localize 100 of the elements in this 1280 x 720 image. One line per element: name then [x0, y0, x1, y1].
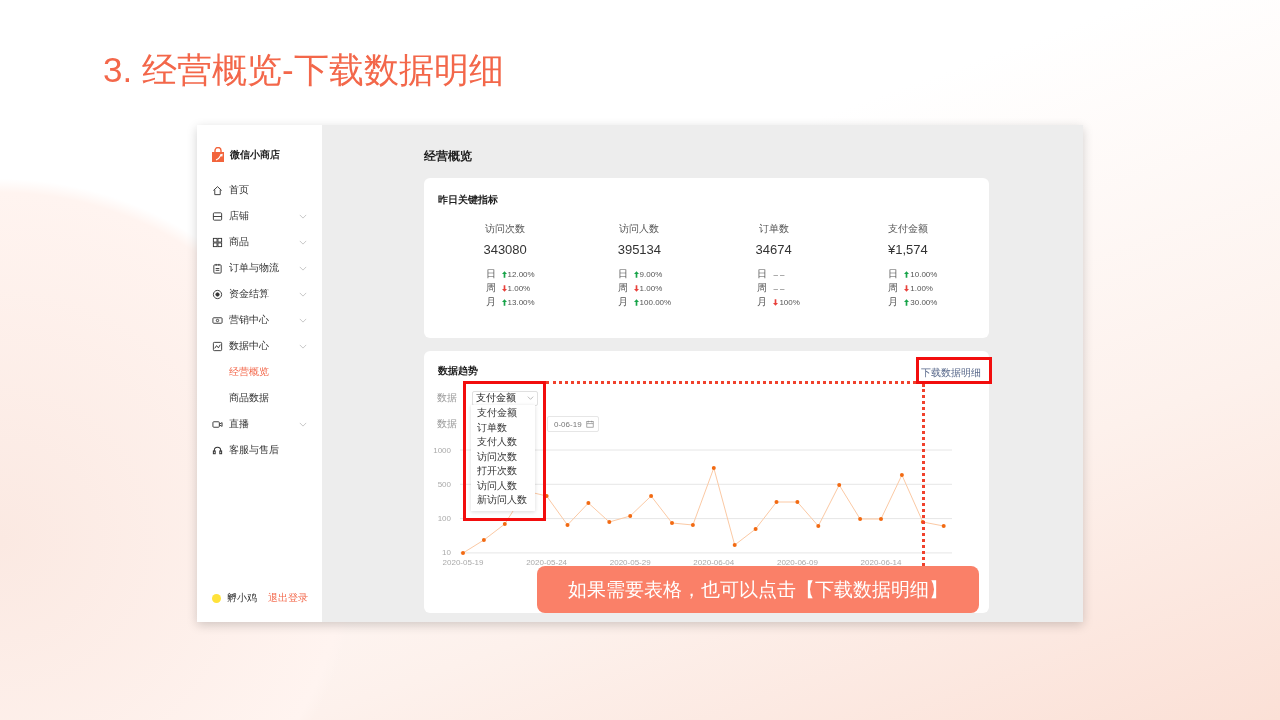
nav-item[interactable]: 首页: [197, 177, 322, 203]
data-point: [816, 524, 821, 528]
nav-item[interactable]: 店铺: [197, 203, 322, 229]
period-label: 周: [617, 281, 629, 295]
data-point: [690, 523, 695, 527]
dropdown-option[interactable]: 订单数: [471, 420, 535, 435]
change-value: – –: [773, 283, 785, 293]
data-point: [481, 538, 486, 542]
store-icon: [212, 210, 223, 222]
period-label: 日: [617, 267, 629, 281]
change-value: 10.00%: [910, 269, 938, 279]
nav-item[interactable]: 订单与物流: [197, 255, 322, 281]
change-value: – –: [773, 269, 785, 279]
change-value: 1.00%: [639, 283, 663, 293]
data-point: [565, 523, 570, 527]
field-label: 数据: [437, 417, 458, 431]
dropdown-option[interactable]: 支付金额: [471, 406, 535, 421]
change-value: 1.00%: [507, 283, 531, 293]
data-point: [941, 524, 946, 528]
data-point: [502, 522, 507, 526]
video-camera-icon: [212, 418, 223, 430]
arrow-down-icon: [501, 284, 507, 292]
data-point: [837, 483, 842, 487]
data-point: [607, 520, 612, 524]
data-point: [670, 521, 674, 525]
x-axis-label: 2020-05-29: [609, 558, 651, 567]
period-label: 月: [485, 295, 497, 309]
data-point: [628, 514, 633, 518]
data-point: [774, 500, 779, 504]
arrow-up-icon: [904, 298, 910, 306]
card-title: 数据趋势: [438, 364, 478, 378]
change-value: 30.00%: [910, 297, 938, 307]
data-point: [879, 517, 883, 521]
nav-subitem[interactable]: 商品数据: [197, 385, 322, 411]
data-point: [795, 500, 800, 504]
clipboard-icon: [212, 262, 223, 274]
nav-item[interactable]: 数据中心: [197, 333, 322, 359]
nav-item[interactable]: 直播: [197, 411, 322, 437]
y-axis-label: 10: [442, 548, 451, 558]
x-axis-label: 2020-06-04: [693, 558, 735, 567]
metric-label: 订单数: [758, 223, 789, 235]
dropdown-option[interactable]: 新访问人数: [471, 493, 535, 508]
dropdown-option[interactable]: 访问次数: [471, 449, 535, 464]
nav-item[interactable]: 资金结算: [197, 281, 322, 307]
change-value: 12.00%: [507, 269, 535, 279]
period-label: 日: [485, 267, 497, 281]
x-axis-label: 2020-05-24: [526, 558, 568, 567]
data-point: [732, 543, 737, 547]
dropdown-option[interactable]: 打开次数: [471, 464, 535, 479]
grid-icon: [212, 236, 223, 248]
change-value: 1.00%: [910, 283, 933, 293]
data-point: [586, 501, 591, 505]
page-title: 经营概览: [424, 148, 473, 163]
data-point: [649, 494, 654, 498]
change-value: 9.00%: [639, 269, 663, 279]
arrow-down-icon: [633, 284, 639, 292]
app-name: 微信小商店: [230, 148, 280, 162]
metric-value: 343080: [483, 242, 527, 258]
field-label: 数据: [437, 391, 458, 405]
x-axis-label: 2020-05-19: [442, 558, 484, 567]
chevron-down-icon: [527, 396, 534, 400]
period-label: 月: [757, 295, 769, 309]
arrow-up-icon: [501, 270, 507, 278]
change-value: 100.00%: [639, 297, 672, 307]
arrow-up-icon: [501, 298, 507, 306]
arrow-down-icon: [773, 298, 779, 306]
change-value: 13.00%: [507, 297, 535, 307]
coin-icon: [212, 288, 223, 300]
chart-icon: [212, 340, 223, 352]
dropdown-option[interactable]: 访问人数: [471, 478, 535, 493]
headset-icon: [212, 444, 223, 456]
nav-item[interactable]: 商品: [197, 229, 322, 255]
callout-banner: 如果需要表格，也可以点击【下载数据明细】: [537, 566, 979, 613]
period-label: 月: [888, 295, 900, 309]
download-link[interactable]: 下载数据明细: [921, 366, 981, 380]
metric-value: 34674: [755, 242, 792, 258]
home-icon: [212, 184, 223, 196]
slide-title: 3. 经营概览-下载数据明细: [103, 50, 504, 90]
shopping-bag-logo-icon: [210, 147, 226, 163]
period-label: 周: [757, 281, 769, 295]
x-axis-label: 2020-06-14: [860, 558, 902, 567]
data-point: [711, 466, 716, 470]
date-range-field[interactable]: 0-06-19: [547, 416, 599, 432]
arrow-up-icon: [904, 270, 910, 278]
nav-item[interactable]: 客服与售后: [197, 437, 322, 463]
data-point: [753, 527, 758, 531]
arrow-up-icon: [633, 298, 639, 306]
arrow-down-icon: [904, 284, 910, 292]
data-point: [544, 494, 549, 498]
ticket-icon: [212, 314, 223, 326]
x-axis-label: 2020-06-09: [776, 558, 818, 567]
arrow-up-icon: [633, 270, 639, 278]
data-point: [920, 520, 925, 524]
metric-label: 访问人数: [619, 223, 660, 235]
calendar-icon: [585, 420, 594, 428]
dropdown-option[interactable]: 支付人数: [471, 435, 535, 450]
y-axis-label: 100: [437, 514, 451, 524]
period-label: 月: [617, 295, 629, 309]
metric-value: ¥1,574: [888, 242, 928, 258]
nav-item[interactable]: 营销中心: [197, 307, 322, 333]
